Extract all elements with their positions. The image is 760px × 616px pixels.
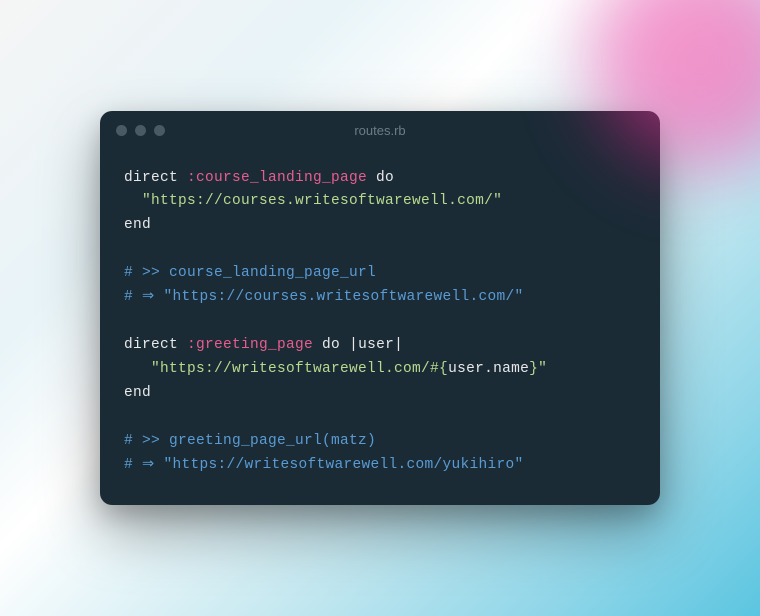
symbol: :greeting_page: [178, 337, 313, 353]
close-icon[interactable]: [116, 125, 127, 136]
string-literal: }": [529, 361, 547, 377]
code-line: end: [124, 382, 636, 406]
interpolation: user.name: [448, 361, 529, 377]
background-gradient-pink: [560, 0, 760, 200]
traffic-lights: [116, 125, 165, 136]
code-line: direct :greeting_page do |user|: [124, 334, 636, 358]
keyword-direct: direct: [124, 337, 178, 353]
keyword-direct: direct: [124, 170, 178, 186]
code-line: "https://writesoftwarewell.com/#{user.na…: [124, 358, 636, 382]
code-line: end: [124, 214, 636, 238]
comment-string: "https://courses.writesoftwarewell.com/": [163, 289, 523, 305]
window-title: routes.rb: [354, 123, 405, 138]
indent: [124, 361, 151, 377]
comment-string: "https://writesoftwarewell.com/yukihiro": [163, 457, 523, 473]
block-args: |user|: [340, 337, 403, 353]
string-literal: "https://courses.writesoftwarewell.com/": [142, 193, 502, 209]
comment: # >> course_landing_page_url: [124, 265, 376, 281]
string-literal: "https://writesoftwarewell.com/#{: [151, 361, 448, 377]
maximize-icon[interactable]: [154, 125, 165, 136]
comment: # ⇒: [124, 457, 163, 473]
keyword-end: end: [124, 217, 151, 233]
indent: [124, 193, 142, 209]
comment: # >> greeting_page_url(matz): [124, 433, 376, 449]
code-line-blank: [124, 238, 636, 262]
code-line: # >> course_landing_page_url: [124, 262, 636, 286]
code-line: # ⇒ "https://writesoftwarewell.com/yukih…: [124, 454, 636, 478]
keyword-do: do: [313, 337, 340, 353]
code-line-blank: [124, 310, 636, 334]
code-block: direct :course_landing_page do "https://…: [100, 151, 660, 506]
code-line: # >> greeting_page_url(matz): [124, 430, 636, 454]
keyword-do: do: [367, 170, 394, 186]
minimize-icon[interactable]: [135, 125, 146, 136]
code-line: # ⇒ "https://courses.writesoftwarewell.c…: [124, 286, 636, 310]
keyword-end: end: [124, 385, 151, 401]
titlebar: routes.rb: [100, 111, 660, 151]
code-line-blank: [124, 406, 636, 430]
comment: # ⇒: [124, 289, 163, 305]
symbol: :course_landing_page: [178, 170, 367, 186]
